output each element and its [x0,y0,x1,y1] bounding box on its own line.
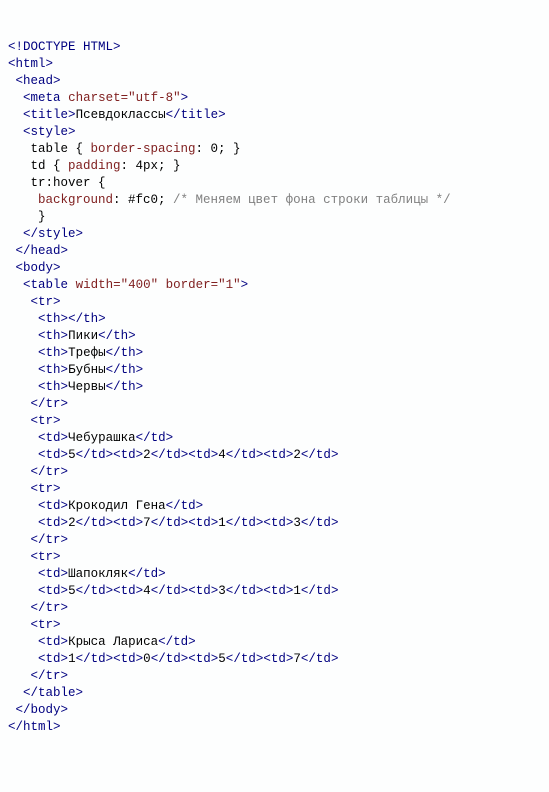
attr-charset: charset="utf-8" [68,91,181,105]
tag-meta: <meta [23,91,61,105]
tag-tr-close: </tr> [31,669,69,683]
tag-style-close: </style> [23,227,83,241]
tag-tr-close: </tr> [31,601,69,615]
tag-title-open: <title> [23,108,76,122]
tag-tr-open: <tr> [31,618,61,632]
tag-tr-open: <tr> [31,414,61,428]
tag-html-close: </html> [8,720,61,734]
td-val: 4 [143,584,151,598]
tag-tr-open: <tr> [31,295,61,309]
td-name: Крыса Лариса [68,635,158,649]
tag-tr-close: </tr> [31,465,69,479]
td-val: 3 [293,516,301,530]
td-val: 1 [293,584,301,598]
tag-tr-close: </tr> [31,397,69,411]
td-val: 4 [218,448,226,462]
tag-tr-open: <tr> [31,550,61,564]
td-val: 5 [68,584,76,598]
code-block: <!DOCTYPE HTML> <html> <head> <meta char… [8,39,541,736]
th-label: Трефы [68,346,106,360]
th-label: Пики [68,329,98,343]
td-val: 2 [143,448,151,462]
td-val: 7 [293,652,301,666]
td-val: 2 [293,448,301,462]
attr-width: width="400" [76,278,159,292]
css-prop: background [38,193,113,207]
css-comment: /* Меняем цвет фона строки таблицы */ [173,193,451,207]
td-val: 5 [68,448,76,462]
tag-table-close: </table> [23,686,83,700]
css-td: td { [8,159,68,173]
tag-body-close: </body> [16,703,69,717]
css-table: table { [8,142,91,156]
td-val: 7 [143,516,151,530]
tag-html-open: <html> [8,57,53,71]
th-label: Червы [68,380,106,394]
title-text: Псевдоклассы [76,108,166,122]
tag-title-close: </title> [166,108,226,122]
td-name: Крокодил Гена [68,499,166,513]
th-label: Бубны [68,363,106,377]
tag-head-close: </head> [16,244,69,258]
td-val: 5 [218,652,226,666]
td-val: 2 [68,516,76,530]
td-val: 3 [218,584,226,598]
doctype: <!DOCTYPE HTML> [8,40,121,54]
td-name: Чебурашка [68,431,136,445]
attr-border: border="1" [166,278,241,292]
td-val: 0 [143,652,151,666]
td-val: 1 [68,652,76,666]
tag-tr-open: <tr> [31,482,61,496]
css-prop: padding [68,159,121,173]
css-trhover: tr:hover { [8,176,106,190]
tag-head-open: <head> [16,74,61,88]
td-name: Шапокляк [68,567,128,581]
css-prop: border-spacing [91,142,196,156]
css-close-brace: } [8,210,46,224]
tag-style-open: <style> [23,125,76,139]
td-val: 1 [218,516,226,530]
tag-tr-close: </tr> [31,533,69,547]
tag-table-open: <table [23,278,68,292]
tag-body-open: <body> [16,261,61,275]
